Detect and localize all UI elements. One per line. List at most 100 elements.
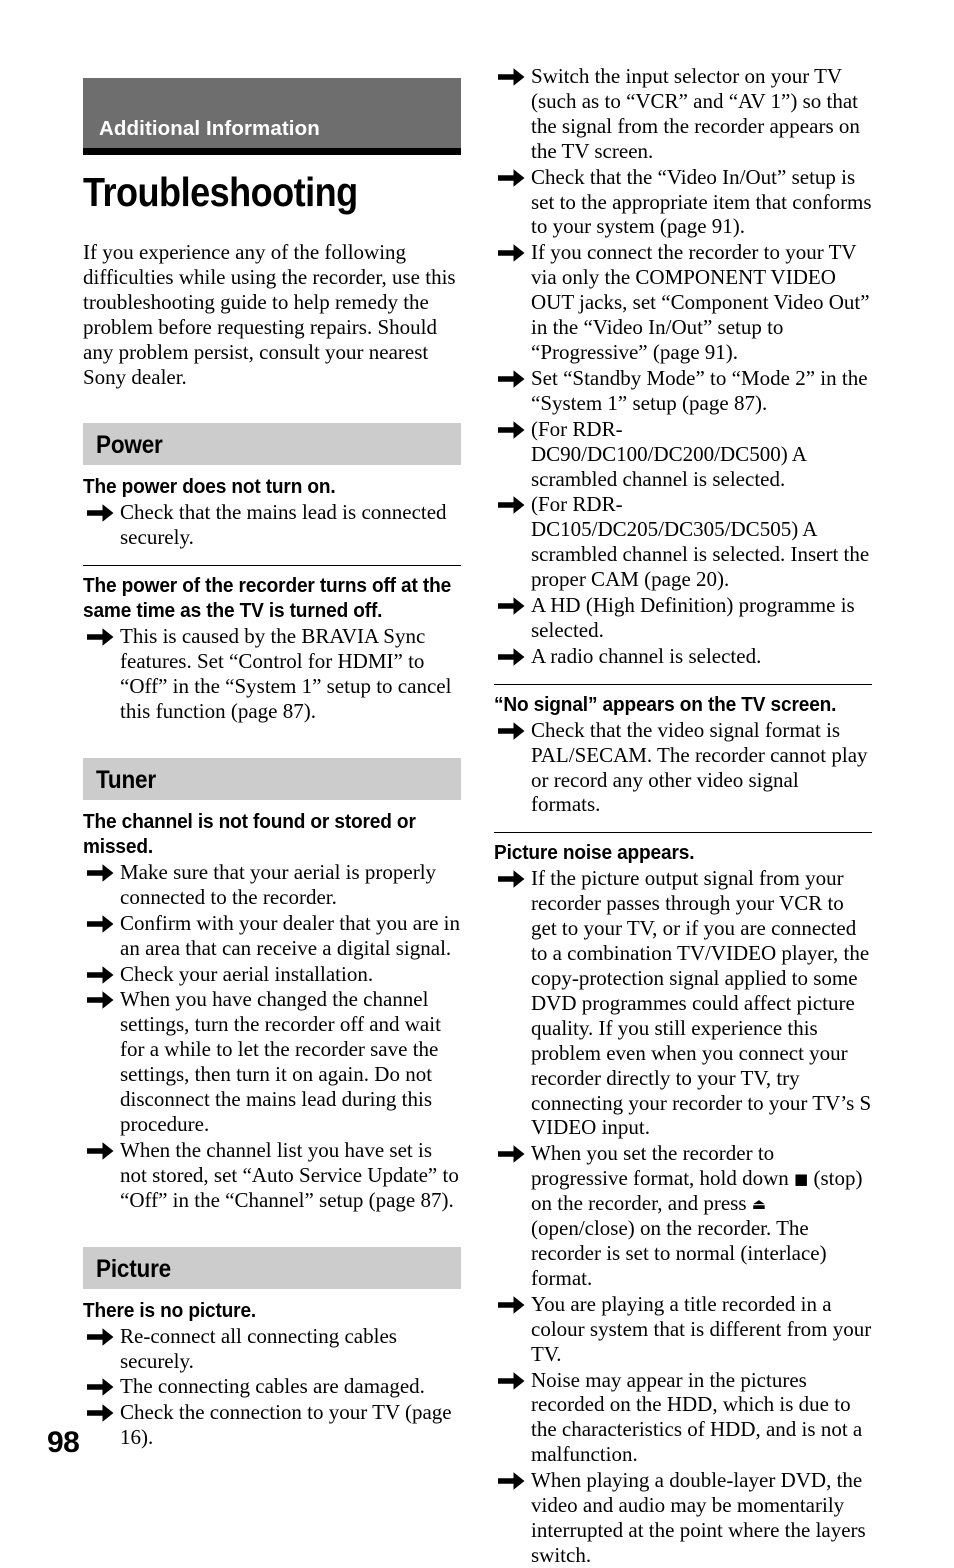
arrow-bullet-icon [498, 1470, 525, 1492]
question-heading: “No signal” appears on the TV screen. [494, 692, 837, 716]
answer-item: Check your aerial installation. [83, 962, 461, 987]
answer-text-fragment: When you set the recorder to progressive… [531, 1141, 795, 1191]
question-heading: The power does not turn on. [83, 475, 336, 499]
answer-text: When you have changed the channel settin… [120, 987, 441, 1136]
answer-text: Set “Standby Mode” to “Mode 2” in the “S… [531, 365, 868, 415]
arrow-bullet-icon [498, 595, 525, 617]
answer-list: Check that the video signal format is PA… [494, 718, 872, 818]
section-bar-tuner: Tuner [83, 757, 461, 800]
answer-text: A HD (High Definition) programme is sele… [531, 593, 855, 642]
answer-text: Re-connect all connecting cables securel… [120, 1323, 397, 1373]
answer-text: If the picture output signal from your r… [531, 866, 872, 1140]
arrow-bullet-icon [498, 494, 525, 516]
left-column: Additional Information Troubleshooting I… [83, 0, 461, 1450]
answer-item: When you set the recorder to progressive… [494, 1141, 872, 1290]
chapter-banner-label: Additional Information [99, 117, 320, 140]
question-block: Picture noise appears. If the picture out… [494, 832, 872, 1567]
section-bar-power: Power [83, 423, 461, 466]
question-block: The channel is not found or stored or mi… [83, 809, 461, 1213]
answer-item: Noise may appear in the pictures recorde… [494, 1368, 872, 1468]
answer-text: If you connect the recorder to your TV v… [531, 240, 870, 364]
answer-text: (For RDR-DC90/DC100/DC200/DC500) A scram… [531, 416, 806, 491]
answer-item: You are playing a title recorded in a co… [494, 1292, 872, 1367]
answer-item: A HD (High Definition) programme is sele… [494, 593, 872, 643]
arrow-bullet-icon [498, 646, 525, 668]
section-bar-picture: Picture [83, 1246, 461, 1289]
arrow-bullet-icon [87, 1376, 114, 1398]
answer-list: If the picture output signal from your r… [494, 866, 872, 1567]
question-block: The power of the recorder turns off at t… [83, 565, 461, 724]
arrow-bullet-icon [87, 1140, 114, 1162]
answer-list: Re-connect all connecting cables securel… [83, 1324, 461, 1451]
answer-text: Check the connection to your TV (page 16… [120, 1400, 452, 1450]
answer-item: The connecting cables are damaged. [83, 1374, 461, 1399]
arrow-bullet-icon [498, 1294, 525, 1316]
right-column: Switch the input selector on your TV (su… [494, 0, 872, 1568]
answer-text: Confirm with your dealer that you are in… [120, 910, 460, 960]
answer-item: If the picture output signal from your r… [494, 866, 872, 1140]
answer-item: Switch the input selector on your TV (su… [494, 64, 872, 164]
chapter-rule [83, 148, 461, 155]
answer-text: Switch the input selector on your TV (su… [531, 64, 860, 163]
answer-text: Check that the video signal format is PA… [531, 717, 868, 817]
answer-item: When playing a double-layer DVD, the vid… [494, 1468, 872, 1568]
answer-item: Check the connection to your TV (page 16… [83, 1400, 461, 1450]
answer-item: Make sure that your aerial is properly c… [83, 860, 461, 910]
arrow-bullet-icon [498, 1370, 525, 1392]
answer-item: When you have changed the channel settin… [83, 987, 461, 1136]
answer-text-fragment: (open/close) on the recorder. The record… [531, 1216, 827, 1290]
left-sections: Power The power does not turn on. Check th… [83, 423, 461, 1450]
answer-text: Check your aerial installation. [120, 961, 374, 986]
chapter-banner: Additional Information [83, 78, 461, 148]
answer-item: Set “Standby Mode” to “Mode 2” in the “S… [494, 366, 872, 416]
arrow-bullet-icon [498, 1143, 525, 1165]
arrow-bullet-icon [87, 1402, 114, 1424]
section-bar-label: Tuner [96, 765, 156, 794]
question-heading: The channel is not found or stored or mi… [83, 809, 416, 858]
answer-item: When the channel list you have set is no… [83, 1138, 461, 1213]
arrow-bullet-icon [87, 502, 114, 524]
arrow-bullet-icon [87, 1326, 114, 1348]
answer-text: Check that the “Video In/Out” setup is s… [531, 164, 872, 239]
arrow-bullet-icon [498, 167, 525, 189]
page-number: 98 [47, 1426, 80, 1459]
intro-paragraph: If you experience any of the following d… [83, 240, 456, 389]
arrow-bullet-icon [498, 868, 525, 890]
answer-item: (For RDR-DC90/DC100/DC200/DC500) A scram… [494, 417, 872, 492]
question-heading: The power of the recorder turns off at t… [83, 574, 452, 623]
answer-text: Make sure that your aerial is properly c… [120, 859, 437, 909]
answer-list: Make sure that your aerial is properly c… [83, 860, 461, 1213]
arrow-bullet-icon [498, 368, 525, 390]
arrow-bullet-icon [87, 862, 114, 884]
answer-text: (For RDR-DC105/DC205/DC305/DC505) A scra… [531, 492, 870, 592]
answer-text: Noise may appear in the pictures recorde… [531, 1367, 863, 1467]
document-page: Additional Information Troubleshooting I… [0, 0, 954, 1567]
question-block: There is no picture. Re-connect all conne… [83, 1298, 461, 1451]
answer-item: (For RDR-DC105/DC205/DC305/DC505) A scra… [494, 492, 872, 592]
continued-answer-list: Switch the input selector on your TV (su… [494, 64, 872, 669]
arrow-bullet-icon [498, 66, 525, 88]
answer-text: When the channel list you have set is no… [120, 1137, 459, 1212]
answer-text: The connecting cables are damaged. [120, 1374, 425, 1399]
answer-item: Confirm with your dealer that you are in… [83, 911, 461, 961]
answer-item: Re-connect all connecting cables securel… [83, 1324, 461, 1374]
question-heading: Picture noise appears. [494, 841, 695, 865]
question-heading: There is no picture. [83, 1298, 257, 1322]
answer-item: Check that the video signal format is PA… [494, 718, 872, 818]
arrow-bullet-icon [87, 626, 114, 648]
arrow-bullet-icon [498, 720, 525, 742]
answer-item: Check that the mains lead is connected s… [83, 500, 461, 550]
answer-text: When you set the recorder to progressive… [531, 1141, 862, 1290]
answer-text: You are playing a title recorded in a co… [531, 1291, 872, 1366]
question-block: “No signal” appears on the TV screen. Che… [494, 683, 872, 818]
arrow-bullet-icon [87, 913, 114, 935]
stop-icon: ■ [794, 1170, 809, 1189]
right-sections: “No signal” appears on the TV screen. Che… [494, 683, 872, 1568]
arrow-bullet-icon [498, 419, 525, 441]
answer-text: Check that the mains lead is connected s… [120, 500, 447, 550]
answer-item: If you connect the recorder to your TV v… [494, 240, 872, 365]
answer-text: A radio channel is selected. [531, 643, 762, 668]
question-block: The power does not turn on. Check that th… [83, 474, 461, 550]
page-title: Troubleshooting [83, 169, 358, 215]
section-bar-label: Picture [96, 1254, 172, 1283]
